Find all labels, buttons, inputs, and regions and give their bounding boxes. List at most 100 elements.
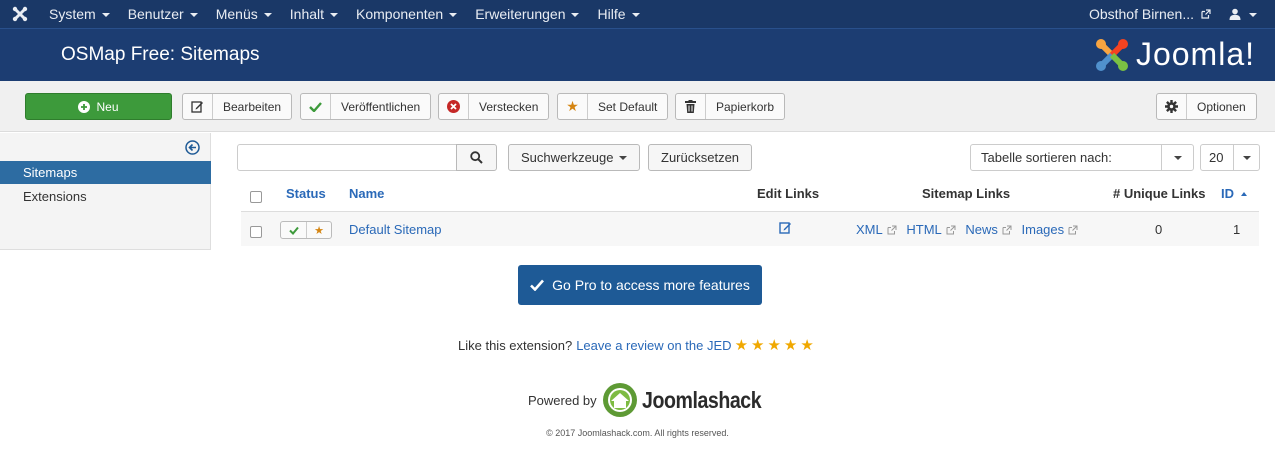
menu-label: System (49, 6, 96, 22)
set-default-button[interactable]: ★ Set Default (557, 93, 669, 120)
xml-link[interactable]: XML (856, 222, 897, 237)
sidebar-item-sitemaps[interactable]: Sitemaps (0, 161, 211, 184)
site-link[interactable]: Obsthof Birnen... (1080, 0, 1220, 28)
images-link[interactable]: Images (1022, 222, 1079, 237)
column-id[interactable]: ID (1221, 186, 1247, 201)
unique-links-count: 0 (1155, 222, 1163, 237)
top-navbar: System Benutzer Menüs Inhalt Komponenten… (0, 0, 1275, 28)
page-title: OSMap Free: Sitemaps (61, 44, 260, 65)
go-pro-label: Go Pro to access more features (552, 277, 750, 293)
star-icon: ★ (558, 94, 588, 119)
sidebar-toggle[interactable] (185, 140, 200, 158)
trash-button[interactable]: Papierkorb (675, 93, 786, 120)
search-button[interactable] (456, 144, 497, 171)
copyright: © 2017 Joomlashack.com. All rights reser… (546, 428, 729, 438)
trash-icon (676, 94, 706, 119)
column-sitemap-links: Sitemap Links (922, 186, 1011, 201)
caret-down-icon (618, 155, 627, 160)
joomla-logo: Joomla! (1094, 36, 1255, 73)
like-text: Like this extension? (458, 337, 573, 353)
menu-system[interactable]: System (40, 0, 119, 28)
menu-help[interactable]: Hilfe (588, 0, 648, 28)
menu-extensions[interactable]: Erweiterungen (466, 0, 588, 28)
plus-circle-icon (78, 100, 91, 113)
external-link-icon (887, 225, 897, 235)
menu-users[interactable]: Benutzer (119, 0, 207, 28)
edit-icon (779, 222, 791, 234)
menu-menus[interactable]: Menüs (207, 0, 281, 28)
joomla-menu-icon[interactable] (0, 0, 40, 28)
sitemap-name-link[interactable]: Default Sitemap (349, 222, 442, 237)
menu-content[interactable]: Inhalt (281, 0, 347, 28)
reset-button[interactable]: Zurücksetzen (648, 144, 753, 171)
user-menu[interactable] (1220, 0, 1275, 28)
site-name: Obsthof Birnen... (1088, 6, 1194, 22)
options-label: Optionen (1197, 99, 1246, 114)
gear-icon (1157, 94, 1187, 119)
times-circle-icon (439, 94, 469, 119)
caret-down-icon (631, 13, 640, 17)
caret-down-icon (189, 13, 198, 17)
star-icon: ★ (783, 337, 798, 354)
go-pro-button[interactable]: Go Pro to access more features (518, 265, 762, 305)
publish-button[interactable]: Veröffentlichen (300, 93, 432, 120)
caret-down-icon (263, 13, 272, 17)
sort-asc-icon (1240, 192, 1247, 196)
menu-label: Erweiterungen (475, 6, 566, 22)
menu-components[interactable]: Komponenten (347, 0, 466, 28)
star-icon: ★ (314, 224, 324, 237)
external-link-icon (1068, 225, 1078, 235)
sort-select-value: Tabelle sortieren nach: (981, 150, 1112, 165)
toolbar: Neu Bearbeiten Veröffentlichen Verstecke… (0, 81, 1275, 132)
check-icon (530, 279, 545, 291)
set-default-label: Set Default (598, 99, 658, 114)
column-status[interactable]: Status (286, 186, 326, 201)
unpublish-button[interactable]: Verstecken (438, 93, 550, 120)
xml-link-label: XML (856, 222, 883, 237)
new-button[interactable]: Neu (25, 93, 172, 120)
html-link[interactable]: HTML (906, 222, 956, 237)
images-link-label: Images (1021, 222, 1065, 237)
check-icon (288, 226, 299, 235)
news-link[interactable]: News (965, 222, 1012, 237)
row-checkbox[interactable] (250, 226, 262, 238)
menu-label: Benutzer (127, 6, 184, 22)
new-label: Neu (96, 99, 119, 114)
search-tools-button[interactable]: Suchwerkzeuge (508, 144, 640, 171)
column-name[interactable]: Name (349, 186, 384, 201)
limit-select-value: 20 (1209, 150, 1224, 165)
edit-links-button[interactable] (779, 221, 792, 237)
star-icon: ★ (734, 337, 749, 354)
published-toggle[interactable] (281, 222, 306, 238)
news-link-label: News (965, 222, 998, 237)
select-all-checkbox[interactable] (250, 191, 262, 203)
options-button[interactable]: Optionen (1156, 93, 1257, 120)
sidebar: Sitemaps Extensions (0, 133, 211, 250)
review-link[interactable]: Leave a review on the JED (576, 338, 731, 353)
search-tools-label: Suchwerkzeuge (521, 150, 614, 165)
sort-select[interactable]: Tabelle sortieren nach: (970, 144, 1194, 171)
powered-by: Powered by Joomlashack (528, 382, 782, 418)
star-icon: ★ (800, 337, 814, 354)
joomlashack-wordmark: Joomlashack (641, 386, 762, 413)
edit-icon (183, 94, 213, 119)
search-icon (470, 151, 483, 164)
external-link-icon (1201, 9, 1211, 19)
unpublish-label: Verstecken (479, 99, 539, 114)
caret-down-icon (449, 13, 458, 17)
publish-label: Veröffentlichen (341, 99, 421, 114)
default-toggle[interactable]: ★ (306, 222, 331, 238)
caret-down-icon (1249, 13, 1257, 17)
html-link-label: HTML (906, 222, 942, 237)
caret-down-icon (1161, 145, 1193, 170)
limit-select[interactable]: 20 (1200, 144, 1260, 171)
column-id-label: ID (1221, 186, 1234, 201)
edit-button[interactable]: Bearbeiten (182, 93, 293, 120)
search-input[interactable] (237, 144, 457, 171)
menu-label: Menüs (215, 6, 258, 22)
status-button-group: ★ (280, 221, 332, 239)
reset-label: Zurücksetzen (661, 150, 740, 165)
sidebar-item-extensions[interactable]: Extensions (0, 185, 211, 208)
review-prompt: Like this extension? Leave a review on t… (458, 336, 814, 354)
edit-label: Bearbeiten (223, 99, 282, 114)
